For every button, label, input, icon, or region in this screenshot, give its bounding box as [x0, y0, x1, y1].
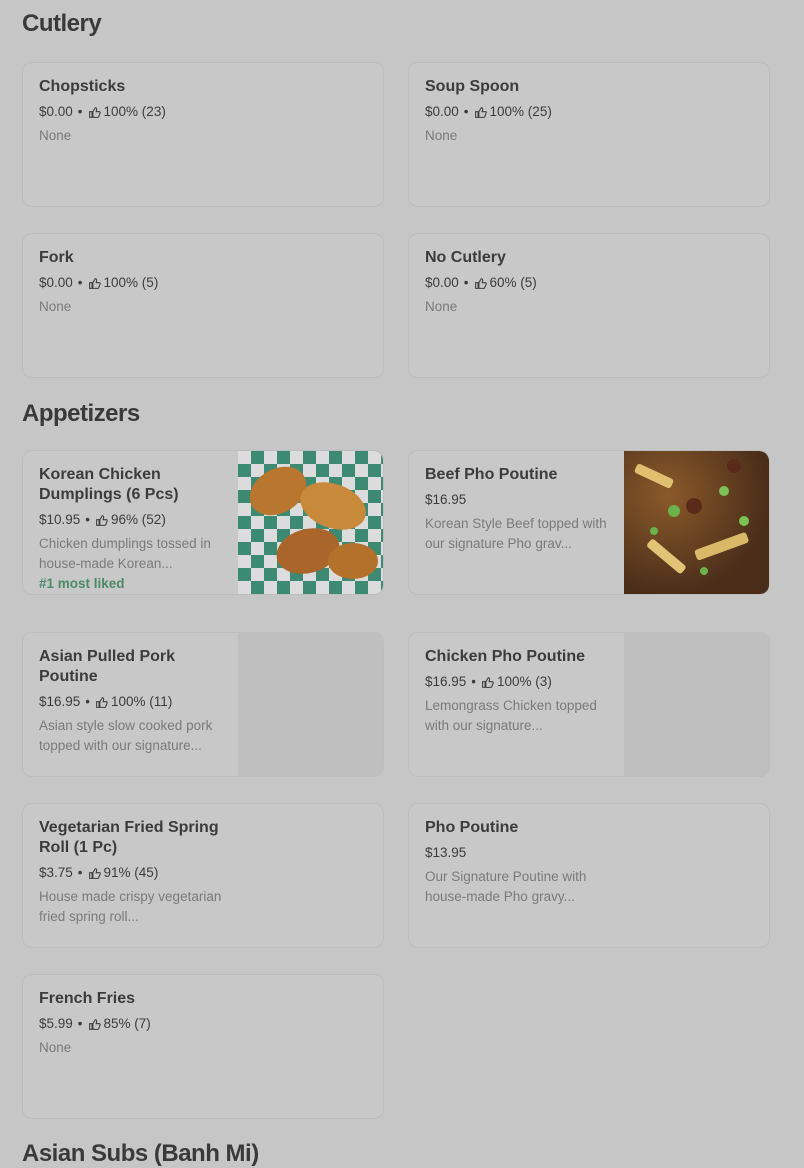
separator: •: [77, 865, 83, 880]
food-photo-icon: [238, 451, 383, 594]
item-description: None: [39, 1040, 72, 1055]
item-price: $5.99: [39, 1016, 73, 1031]
menu-item-fork[interactable]: Fork $0.00 • 100% (5) None: [22, 233, 384, 378]
separator: •: [77, 275, 83, 290]
item-meta: $0.00 • 60% (5): [425, 273, 745, 293]
item-price: $0.00: [425, 104, 459, 119]
item-description: None: [39, 299, 72, 314]
item-name: Vegetarian Fried Spring Roll (1 Pc): [39, 819, 219, 856]
item-price: $13.95: [425, 845, 467, 860]
thumbs-up-icon: [474, 277, 487, 289]
item-description: Korean Style Beef topped with our signat…: [425, 516, 607, 551]
item-rating: 100% (5): [103, 275, 159, 290]
item-name: Korean Chicken Dumplings (6 Pcs): [39, 466, 179, 503]
item-price: $16.95: [39, 694, 81, 709]
item-meta: $16.95 • 100% (3): [425, 672, 615, 692]
menu-item-no-cutlery[interactable]: No Cutlery $0.00 • 60% (5) None: [408, 233, 770, 378]
item-meta: $10.95 • 96% (52): [39, 510, 229, 530]
item-meta: $0.00 • 100% (23): [39, 102, 359, 122]
item-rating: 100% (25): [489, 104, 552, 119]
item-rating: 100% (11): [111, 694, 173, 709]
item-description: Lemongrass Chicken topped with our signa…: [425, 698, 597, 733]
item-description: None: [425, 128, 458, 143]
item-description: Chicken dumplings tossed in house-made K…: [39, 536, 211, 571]
item-price: $3.75: [39, 865, 73, 880]
item-name: Pho Poutine: [425, 819, 519, 836]
item-meta: $13.95: [425, 843, 615, 863]
item-price: $16.95: [425, 674, 467, 689]
item-name: French Fries: [39, 990, 136, 1007]
item-description: None: [425, 299, 458, 314]
item-name: Chopsticks: [39, 78, 126, 95]
item-meta: $0.00 • 100% (5): [39, 273, 359, 293]
item-price: $0.00: [39, 275, 73, 290]
item-meta: $16.95: [425, 490, 615, 510]
separator: •: [463, 275, 469, 290]
thumbs-up-icon: [474, 106, 487, 118]
most-liked-badge: #1 most liked: [39, 576, 125, 591]
item-price: $16.95: [425, 492, 467, 507]
item-description: Our Signature Poutine with house-made Ph…: [425, 869, 587, 904]
item-name: Soup Spoon: [425, 78, 520, 95]
item-meta: $3.75 • 91% (45): [39, 863, 229, 883]
menu-item-chopsticks[interactable]: Chopsticks $0.00 • 100% (23) None: [22, 62, 384, 207]
thumbs-up-icon: [96, 514, 108, 526]
menu-item-beef-pho-poutine[interactable]: Beef Pho Poutine $16.95 Korean Style Bee…: [408, 450, 770, 595]
thumbs-up-icon: [88, 1018, 101, 1030]
item-description: Asian style slow cooked pork topped with…: [39, 718, 213, 753]
item-rating: 91% (45): [103, 865, 159, 880]
item-price: $0.00: [425, 275, 459, 290]
menu-item-asian-pulled-pork-poutine[interactable]: Asian Pulled Pork Poutine $16.95 • 100% …: [22, 632, 384, 777]
item-price: $0.00: [39, 104, 73, 119]
menu-item-vegetarian-fried-spring-roll[interactable]: Vegetarian Fried Spring Roll (1 Pc) $3.7…: [22, 803, 384, 948]
item-name: Chicken Pho Poutine: [425, 648, 586, 665]
item-price: $10.95: [39, 512, 81, 527]
thumbs-up-icon: [88, 277, 101, 289]
menu-item-chicken-pho-poutine[interactable]: Chicken Pho Poutine $16.95 • 100% (3) Le…: [408, 632, 770, 777]
separator: •: [77, 104, 83, 119]
item-meta: $0.00 • 100% (25): [425, 102, 745, 122]
separator: •: [463, 104, 469, 119]
thumbs-up-icon: [88, 106, 101, 118]
section-title-asian-subs: Asian Subs (Banh Mi): [22, 1140, 259, 1167]
section-title-appetizers: Appetizers: [22, 400, 140, 427]
menu-item-french-fries[interactable]: French Fries $5.99 • 85% (7) None: [22, 974, 384, 1119]
separator: •: [85, 694, 91, 709]
item-rating: 100% (23): [103, 104, 166, 119]
menu-item-soup-spoon[interactable]: Soup Spoon $0.00 • 100% (25) None: [408, 62, 770, 207]
item-rating: 96% (52): [111, 512, 166, 527]
separator: •: [471, 674, 477, 689]
item-name: No Cutlery: [425, 249, 506, 266]
item-meta: $16.95 • 100% (11): [39, 692, 229, 712]
menu-item-korean-chicken-dumplings[interactable]: Korean Chicken Dumplings (6 Pcs) $10.95 …: [22, 450, 384, 595]
thumbs-up-icon: [96, 696, 108, 708]
item-name: Beef Pho Poutine: [425, 466, 558, 483]
item-rating: 85% (7): [103, 1016, 151, 1031]
item-name: Asian Pulled Pork Poutine: [39, 648, 176, 685]
section-title-cutlery: Cutlery: [22, 10, 102, 37]
item-name: Fork: [39, 249, 74, 266]
item-meta: $5.99 • 85% (7): [39, 1014, 359, 1034]
item-rating: 60% (5): [489, 275, 537, 290]
menu-item-pho-poutine[interactable]: Pho Poutine $13.95 Our Signature Poutine…: [408, 803, 770, 948]
separator: •: [85, 512, 91, 527]
thumbs-up-icon: [482, 676, 494, 688]
item-description: None: [39, 128, 72, 143]
separator: •: [77, 1016, 83, 1031]
thumbs-up-icon: [88, 867, 101, 879]
food-photo-icon: [238, 633, 383, 776]
item-description: House made crispy vegetarian fried sprin…: [39, 889, 222, 924]
item-rating: 100% (3): [497, 674, 552, 689]
food-photo-icon: [624, 451, 769, 594]
food-photo-icon: [624, 633, 769, 776]
